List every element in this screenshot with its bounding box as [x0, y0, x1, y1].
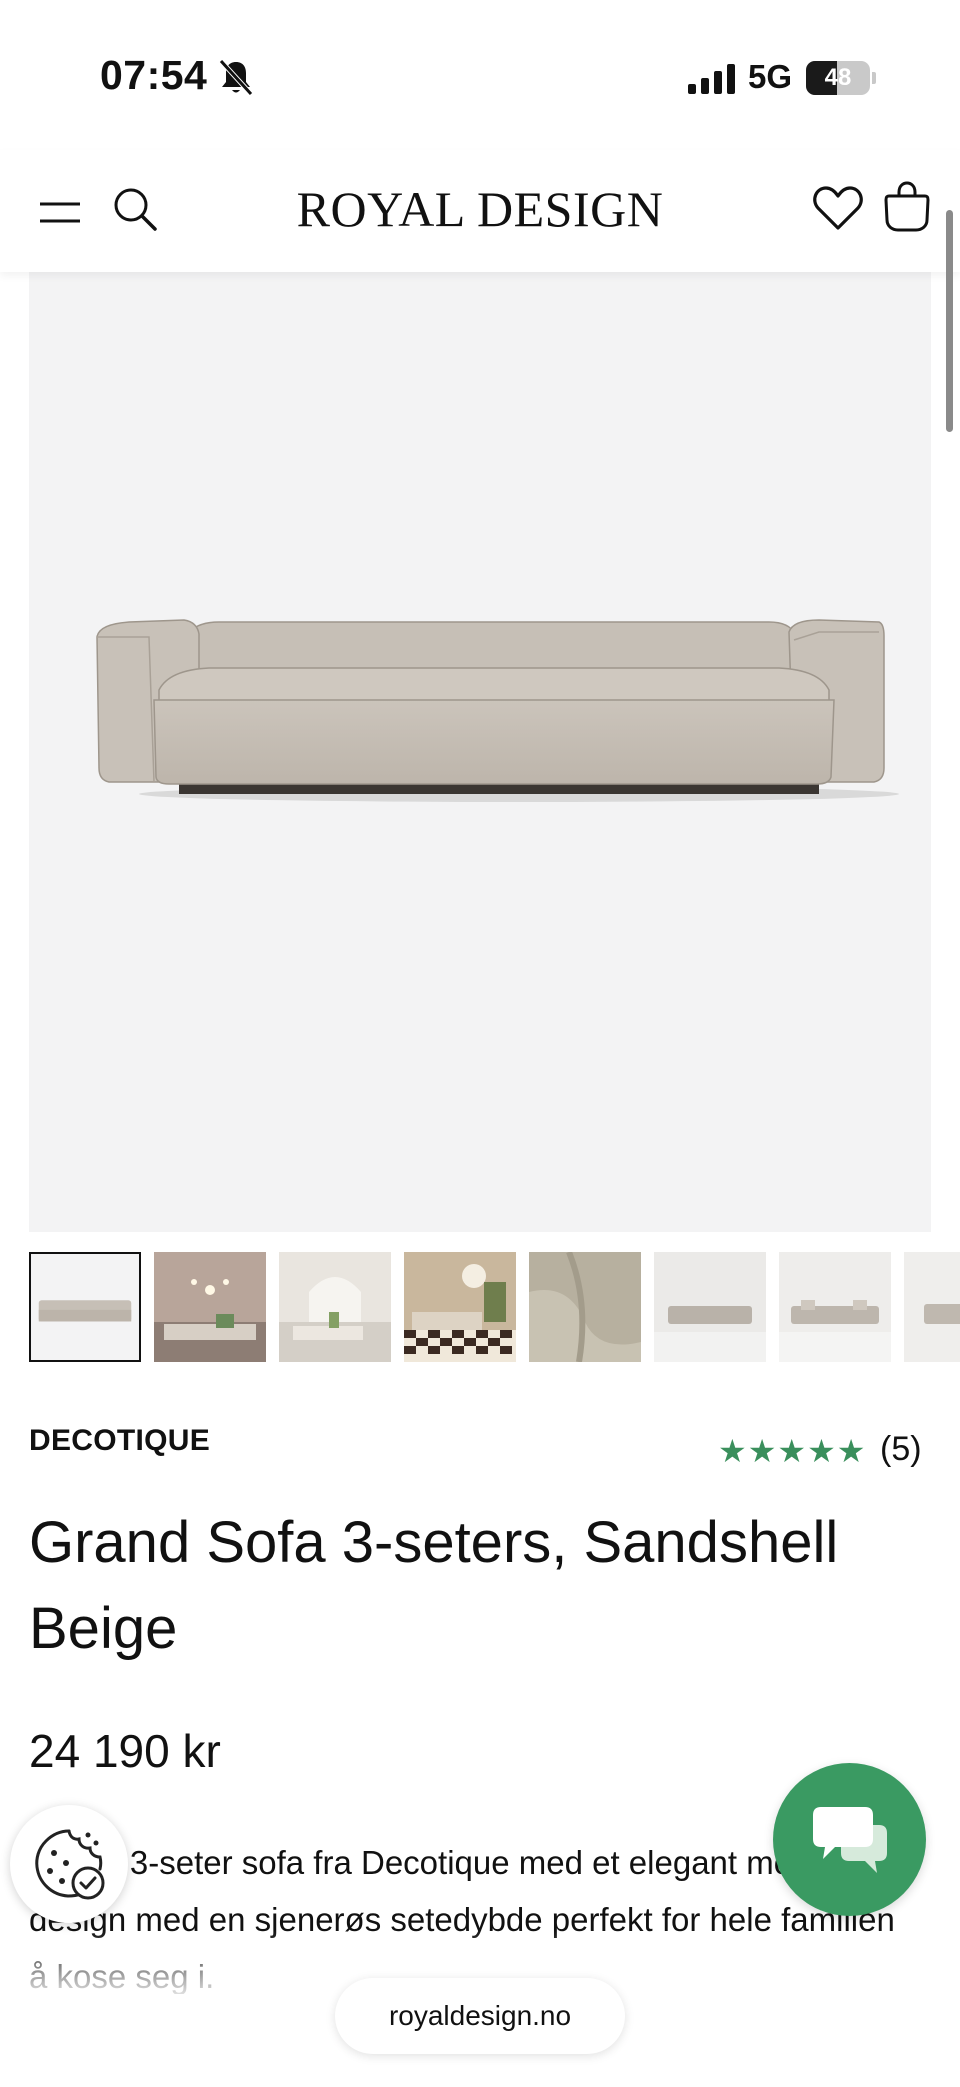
thumbnail-sofa-angle[interactable]	[654, 1252, 766, 1362]
bag-icon[interactable]	[884, 180, 930, 232]
product-brand[interactable]: DECOTIQUE	[29, 1424, 210, 1458]
signal-icon	[688, 64, 735, 94]
page-scrollbar[interactable]	[946, 210, 953, 432]
thumbnail-living-room-lamp[interactable]	[154, 1252, 266, 1362]
site-logo[interactable]: ROYAL DESIGN	[230, 180, 730, 238]
search-icon[interactable]	[112, 186, 158, 232]
status-bar: 07:54 5G 48	[0, 0, 960, 150]
site-header: ROYAL DESIGN	[0, 150, 960, 272]
browser-url-bar[interactable]: royaldesign.no	[335, 1978, 625, 2054]
battery-icon: 48	[806, 61, 876, 95]
thumbnail-sofa-with-cushions[interactable]	[779, 1252, 891, 1362]
menu-icon[interactable]	[38, 200, 82, 226]
thumbnail-fabric-closeup[interactable]	[529, 1252, 641, 1362]
battery-level: 48	[824, 64, 852, 91]
status-time: 07:54	[100, 52, 208, 98]
thumbnail-strip[interactable]	[29, 1250, 960, 1366]
product-title: Grand Sofa 3-seters, Sandshell Beige	[29, 1510, 839, 1661]
product-price: 24 190 kr	[29, 1725, 221, 1777]
thumbnail-living-room-checkered-rug[interactable]	[404, 1252, 516, 1362]
thumbnail-sofa-front[interactable]	[29, 1252, 141, 1362]
thumbnail-living-room-arch[interactable]	[279, 1252, 391, 1362]
chat-bubbles-icon	[813, 1807, 887, 1873]
cookie-icon	[35, 1829, 105, 1900]
review-count[interactable]: (5)	[880, 1430, 922, 1469]
thumbnail-sofa-side[interactable]	[904, 1252, 960, 1362]
rating-stars-icon[interactable]: ★★★★★	[718, 1432, 866, 1470]
heart-icon[interactable]	[812, 184, 864, 232]
bell-slash-icon	[219, 59, 253, 96]
sofa-image	[96, 619, 899, 802]
cookie-settings-button[interactable]	[10, 1805, 128, 1923]
product-main-image[interactable]	[29, 272, 931, 1232]
chat-button[interactable]	[773, 1763, 926, 1916]
network-type: 5G	[748, 58, 793, 95]
